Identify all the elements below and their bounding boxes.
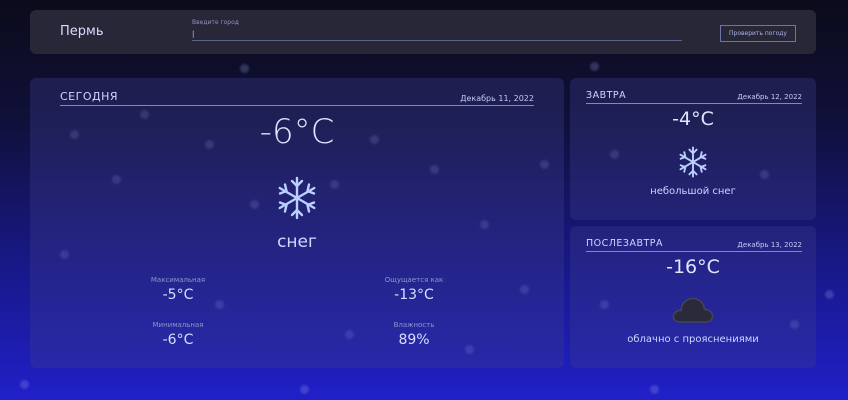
today-description: снег: [277, 232, 317, 252]
day-after-date: Декабрь 13, 2022: [737, 241, 802, 249]
max-temp-label: Максимальная: [150, 276, 206, 284]
cloud-icon: [672, 297, 714, 323]
today-temperature: -6°C: [259, 112, 335, 152]
day-after-header: ПОСЛЕЗАВТРА Декабрь 13, 2022: [586, 238, 802, 252]
search-label: Введите город: [192, 19, 239, 26]
tomorrow-temperature: -4°C: [672, 108, 714, 130]
day-after-description: облачно с прояснениями: [627, 334, 759, 345]
city-name: Пермь: [60, 24, 104, 39]
today-card: СЕГОДНЯ Декабрь 11, 2022 -6°C снег Макси…: [30, 78, 564, 368]
day-after-temperature: -16°C: [666, 256, 720, 278]
day-after-card: ПОСЛЕЗАВТРА Декабрь 13, 2022 -16°C облач…: [570, 226, 816, 368]
tomorrow-description: небольшой снег: [650, 186, 736, 197]
day-after-title: ПОСЛЕЗАВТРА: [586, 238, 664, 249]
tomorrow-date: Декабрь 12, 2022: [737, 93, 802, 101]
snowflake-icon: [679, 146, 707, 178]
feels-like-label: Ощущается как: [384, 276, 444, 284]
snowflake-icon: [278, 176, 316, 220]
feels-like-value: -13°C: [394, 287, 434, 303]
tomorrow-title: ЗАВТРА: [586, 90, 627, 101]
today-header: СЕГОДНЯ Декабрь 11, 2022: [60, 90, 534, 106]
max-temp-stat: Максимальная -5°C: [108, 276, 248, 303]
min-temp-stat: Минимальная -6°C: [108, 321, 248, 348]
today-title: СЕГОДНЯ: [60, 90, 119, 103]
feels-like-stat: Ощущается как -13°C: [344, 276, 484, 303]
min-temp-value: -6°C: [162, 332, 194, 348]
today-date: Декабрь 11, 2022: [460, 94, 534, 103]
city-search-input[interactable]: [192, 28, 682, 41]
tomorrow-header: ЗАВТРА Декабрь 12, 2022: [586, 90, 802, 104]
humidity-stat: Влажность 89%: [344, 321, 484, 348]
check-weather-button[interactable]: Проверить погоду: [720, 25, 796, 42]
max-temp-value: -5°C: [162, 287, 194, 303]
humidity-label: Влажность: [393, 321, 435, 329]
min-temp-label: Минимальная: [152, 321, 204, 329]
tomorrow-card: ЗАВТРА Декабрь 12, 2022 -4°C небольшой с…: [570, 78, 816, 220]
search-bar: Пермь Введите город Проверить погоду: [30, 10, 816, 54]
humidity-value: 89%: [398, 332, 430, 348]
